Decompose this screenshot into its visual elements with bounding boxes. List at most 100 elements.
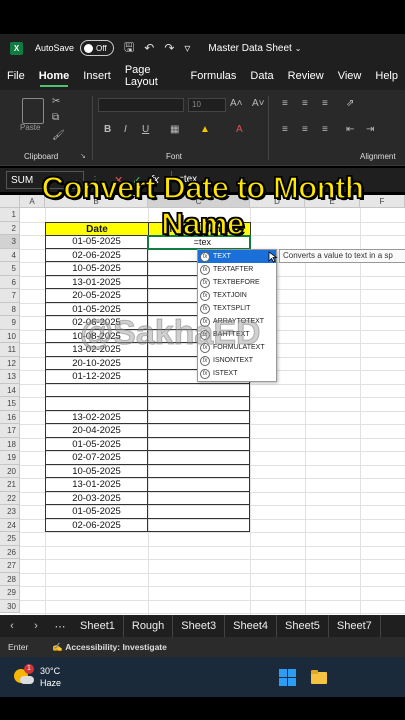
row-header[interactable]: 30 bbox=[0, 599, 20, 613]
sheet-tab-sheet4[interactable]: Sheet4 bbox=[225, 615, 278, 637]
date-cell[interactable] bbox=[45, 383, 148, 397]
row-header[interactable]: 26 bbox=[0, 545, 20, 559]
tab-page-layout[interactable]: Page Layout bbox=[118, 62, 184, 90]
row-header[interactable]: 15 bbox=[0, 397, 20, 411]
sheet-tab-sheet5[interactable]: Sheet5 bbox=[277, 615, 329, 637]
clipboard-launcher-icon[interactable]: ↘ bbox=[80, 152, 86, 160]
tab-file[interactable]: File bbox=[0, 62, 32, 90]
more-sheets-icon[interactable]: ⋯ bbox=[48, 620, 72, 633]
row-header[interactable]: 22 bbox=[0, 491, 20, 505]
row-header[interactable]: 17 bbox=[0, 424, 20, 438]
autocomplete-item[interactable]: fx TEXTBEFORE bbox=[198, 276, 276, 289]
date-cell[interactable]: 13-02-2025 bbox=[45, 410, 148, 424]
date-cell[interactable]: 10-05-2025 bbox=[45, 464, 148, 478]
month-cell[interactable] bbox=[148, 437, 250, 451]
month-cell[interactable] bbox=[148, 383, 250, 397]
date-cell[interactable]: 20-10-2025 bbox=[45, 356, 148, 370]
row-header[interactable]: 20 bbox=[0, 464, 20, 478]
align-top-icon[interactable]: ≡ bbox=[282, 98, 288, 109]
date-cell[interactable]: 02-06-2025 bbox=[45, 248, 148, 262]
file-explorer-icon[interactable] bbox=[310, 669, 328, 685]
sheet-tab-rough[interactable]: Rough bbox=[124, 615, 174, 637]
align-right-icon[interactable]: ≡ bbox=[322, 124, 328, 135]
tab-review[interactable]: Review bbox=[281, 62, 331, 90]
row-header[interactable]: 12 bbox=[0, 356, 20, 370]
row-header[interactable]: 8 bbox=[0, 302, 20, 316]
align-left-icon[interactable]: ≡ bbox=[282, 124, 288, 135]
row-header[interactable]: 29 bbox=[0, 586, 20, 600]
align-center-icon[interactable]: ≡ bbox=[302, 124, 308, 135]
copy-icon[interactable]: ⧉ bbox=[52, 112, 59, 123]
row-header[interactable]: 13 bbox=[0, 370, 20, 384]
month-cell[interactable] bbox=[148, 518, 250, 532]
align-bottom-icon[interactable]: ≡ bbox=[322, 98, 328, 109]
row-header[interactable]: 27 bbox=[0, 559, 20, 573]
redo-icon[interactable]: ↷ bbox=[164, 41, 174, 55]
date-cell[interactable]: 20-05-2025 bbox=[45, 289, 148, 303]
date-cell[interactable]: 10-05-2025 bbox=[45, 262, 148, 276]
row-header[interactable]: 5 bbox=[0, 262, 20, 276]
date-cell[interactable]: 01-05-2025 bbox=[45, 505, 148, 519]
customize-toolbar-icon[interactable]: ▿ bbox=[184, 41, 190, 55]
date-cell[interactable]: 02-07-2025 bbox=[45, 451, 148, 465]
fill-color-icon[interactable]: ▲ bbox=[200, 124, 210, 135]
row-header[interactable]: 7 bbox=[0, 289, 20, 303]
weather-icon[interactable]: 1 bbox=[14, 664, 34, 687]
bold-icon[interactable]: B bbox=[104, 124, 111, 135]
month-cell[interactable] bbox=[148, 424, 250, 438]
autocomplete-item[interactable]: fx TEXTAFTER bbox=[198, 263, 276, 276]
row-header[interactable]: 10 bbox=[0, 329, 20, 343]
autocomplete-item[interactable]: fx TEXTJOIN bbox=[198, 289, 276, 302]
month-cell[interactable] bbox=[148, 410, 250, 424]
tab-formulas[interactable]: Formulas bbox=[184, 62, 244, 90]
date-cell[interactable]: 01-12-2025 bbox=[45, 370, 148, 384]
underline-icon[interactable]: U bbox=[142, 124, 149, 135]
sheet-tab-sheet3[interactable]: Sheet3 bbox=[173, 615, 226, 637]
orientation-icon[interactable]: ⇗ bbox=[346, 98, 354, 109]
date-cell[interactable]: 01-05-2025 bbox=[45, 437, 148, 451]
paste-label[interactable]: Paste bbox=[20, 123, 40, 132]
month-cell[interactable] bbox=[148, 397, 250, 411]
month-cell[interactable] bbox=[148, 478, 250, 492]
row-header[interactable]: 24 bbox=[0, 518, 20, 532]
weather-text[interactable]: 30°C Haze bbox=[40, 665, 61, 689]
date-cell[interactable]: 13-01-2025 bbox=[45, 275, 148, 289]
date-cell[interactable] bbox=[45, 397, 148, 411]
font-size-box[interactable]: 10 bbox=[188, 98, 226, 112]
decrease-indent-icon[interactable]: ⇤ bbox=[346, 124, 354, 135]
date-cell[interactable]: 20-04-2025 bbox=[45, 424, 148, 438]
month-cell[interactable] bbox=[148, 464, 250, 478]
format-painter-icon[interactable]: 🖌 bbox=[52, 130, 65, 141]
borders-icon[interactable]: ▦ bbox=[170, 124, 179, 135]
tab-insert[interactable]: Insert bbox=[76, 62, 118, 90]
cut-icon[interactable]: ✂ bbox=[52, 96, 60, 107]
font-name-box[interactable] bbox=[98, 98, 184, 112]
italic-icon[interactable]: I bbox=[124, 124, 127, 135]
scroll-right-icon[interactable]: › bbox=[24, 620, 48, 632]
row-header[interactable]: 6 bbox=[0, 275, 20, 289]
row-header[interactable]: 16 bbox=[0, 410, 20, 424]
chevron-down-icon[interactable]: ⌄ bbox=[295, 44, 302, 53]
align-middle-icon[interactable]: ≡ bbox=[302, 98, 308, 109]
date-cell[interactable]: 20-03-2025 bbox=[45, 491, 148, 505]
row-header[interactable]: 9 bbox=[0, 316, 20, 330]
month-cell[interactable] bbox=[148, 491, 250, 505]
month-cell[interactable] bbox=[148, 505, 250, 519]
tab-help[interactable]: Help bbox=[368, 62, 405, 90]
row-header[interactable]: 28 bbox=[0, 572, 20, 586]
tab-data[interactable]: Data bbox=[243, 62, 280, 90]
decrease-font-icon[interactable]: A˅ bbox=[252, 98, 265, 109]
row-header[interactable]: 21 bbox=[0, 478, 20, 492]
row-header[interactable]: 19 bbox=[0, 451, 20, 465]
increase-font-icon[interactable]: A˄ bbox=[230, 98, 243, 109]
tab-view[interactable]: View bbox=[331, 62, 369, 90]
scroll-left-icon[interactable]: ‹ bbox=[0, 620, 24, 632]
sheet-tab-sheet7[interactable]: Sheet7 bbox=[329, 615, 381, 637]
row-header[interactable]: 25 bbox=[0, 532, 20, 546]
windows-start-icon[interactable] bbox=[279, 668, 297, 686]
font-color-icon[interactable]: A bbox=[236, 124, 243, 135]
sheet-tab-sheet1[interactable]: Sheet1 bbox=[72, 615, 124, 637]
date-cell[interactable]: 02-06-2025 bbox=[45, 518, 148, 532]
spreadsheet-grid[interactable]: A B C D E F 1 2 3 4 5 6 7 8 9 10 11 12 13 14 15 16 17 18 1… bbox=[0, 195, 405, 615]
autosave-toggle[interactable]: Off bbox=[80, 40, 115, 56]
